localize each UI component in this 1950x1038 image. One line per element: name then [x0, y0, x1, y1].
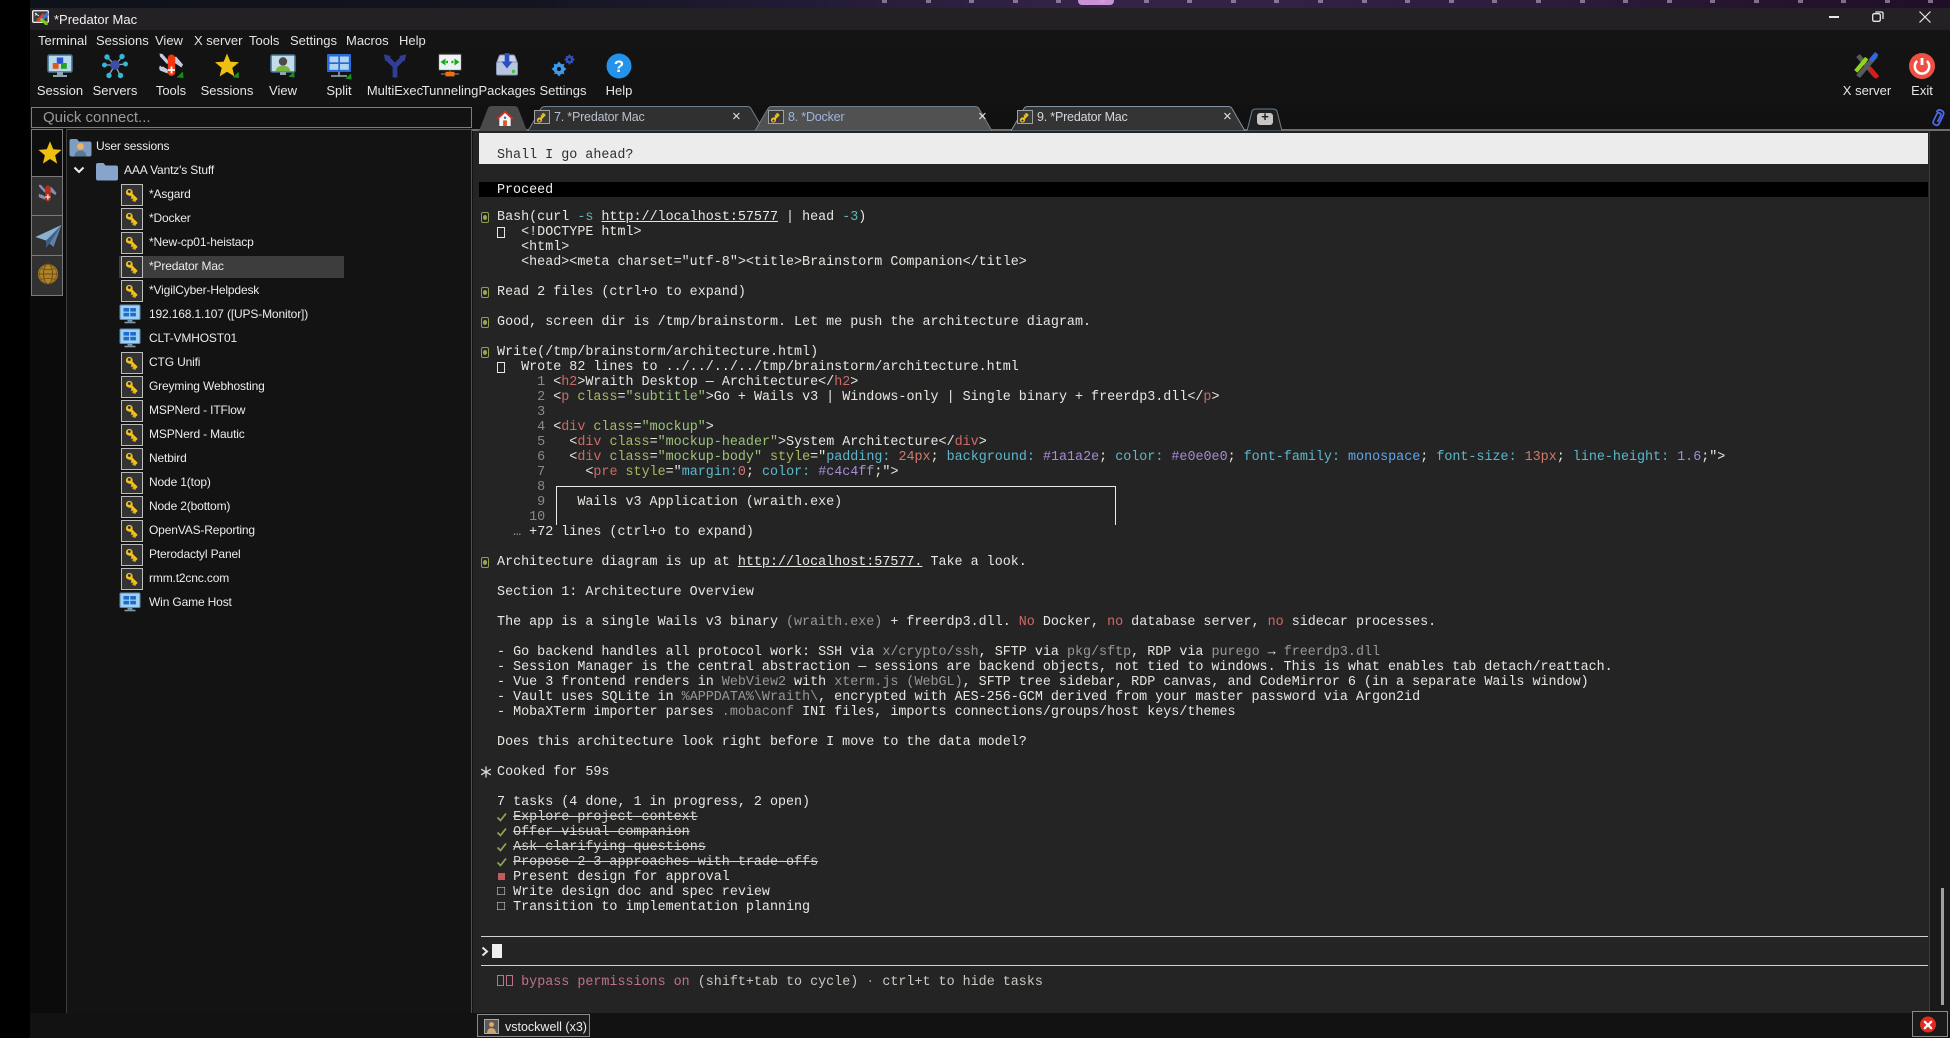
svg-text:?: ?: [614, 57, 624, 76]
